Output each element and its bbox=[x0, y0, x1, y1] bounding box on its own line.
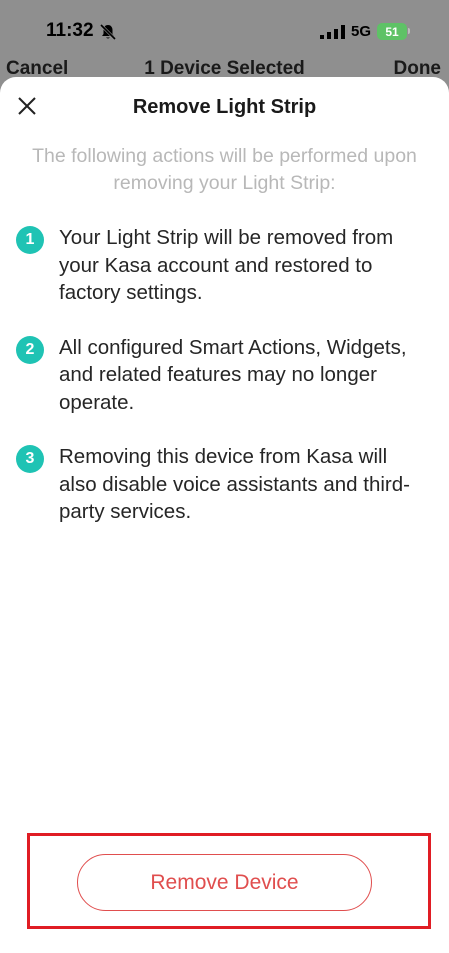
battery-tip bbox=[408, 28, 410, 34]
step-number-badge: 1 bbox=[16, 226, 44, 254]
list-item: 3 Removing this device from Kasa will al… bbox=[16, 443, 436, 526]
remove-device-label: Remove Device bbox=[150, 870, 299, 894]
steps-list: 1 Your Light Strip will be removed from … bbox=[16, 224, 436, 553]
intro-text: The following actions will be performed … bbox=[32, 145, 417, 194]
network-type: 5G bbox=[351, 23, 372, 40]
list-item: 2 All configured Smart Actions, Widgets,… bbox=[16, 334, 436, 417]
remove-device-button[interactable]: Remove Device bbox=[77, 854, 372, 911]
list-item: 1 Your Light Strip will be removed from … bbox=[16, 224, 436, 307]
remove-device-sheet: Remove Light Strip The following actions… bbox=[0, 77, 449, 953]
battery-icon: 51 bbox=[377, 23, 407, 40]
step-text: Removing this device from Kasa will also… bbox=[59, 445, 410, 523]
status-time: 11:32 bbox=[46, 20, 94, 41]
bell-muted-icon bbox=[99, 23, 117, 41]
step-text: All configured Smart Actions, Widgets, a… bbox=[59, 335, 407, 414]
status-bar: 11:32 5G 51 bbox=[0, 0, 449, 60]
battery-level: 51 bbox=[385, 24, 399, 39]
sheet-title: Remove Light Strip bbox=[132, 96, 317, 118]
step-number-badge: 2 bbox=[16, 335, 44, 364]
step-text: Your Light Strip will be removed from yo… bbox=[59, 226, 394, 304]
signal-icon bbox=[320, 25, 345, 39]
step-number-badge: 3 bbox=[16, 445, 44, 473]
